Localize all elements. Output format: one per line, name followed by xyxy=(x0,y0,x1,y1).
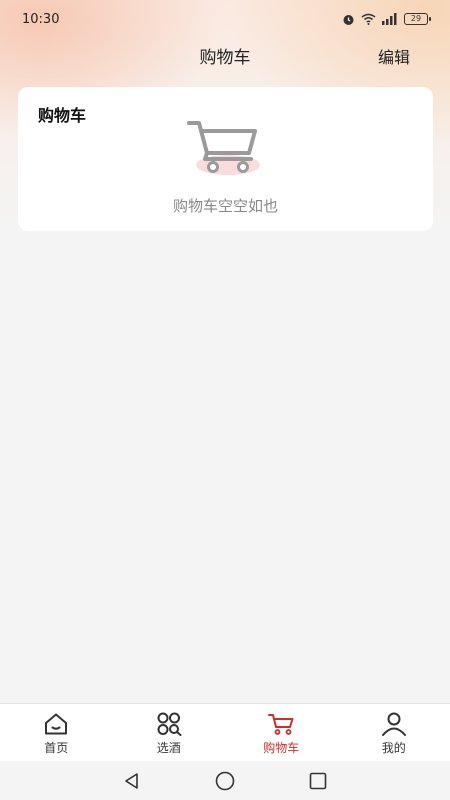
cart-icon xyxy=(268,714,294,735)
tab-home-label: 首页 xyxy=(44,741,69,755)
home-nav-icon[interactable] xyxy=(214,770,236,792)
tab-mine-label: 我的 xyxy=(381,741,406,755)
alarm-icon xyxy=(343,14,354,25)
signal-icon xyxy=(382,13,397,25)
tab-cart-label: 购物车 xyxy=(263,741,300,755)
cart-card: 购物车 购物车空空如也 xyxy=(18,87,433,231)
tab-wine-select-label: 选酒 xyxy=(156,741,181,755)
status-icons: 29 xyxy=(342,13,431,26)
page-header: 购物车 编辑 xyxy=(0,38,450,72)
tab-cart[interactable]: 购物车 xyxy=(225,704,338,761)
empty-cart-message: 购物车空空如也 xyxy=(172,197,278,215)
edit-button[interactable]: 编辑 xyxy=(378,44,410,68)
person-icon xyxy=(381,712,406,736)
grid-search-icon xyxy=(157,712,182,736)
bottom-tab-bar: 首页 选酒 购物车 我的 xyxy=(0,703,450,761)
tab-home[interactable]: 首页 xyxy=(0,704,113,761)
status-bar: 10:30 29 xyxy=(0,0,450,38)
wifi-icon xyxy=(361,13,376,25)
status-time: 10:30 xyxy=(22,11,60,27)
cart-card-title: 购物车 xyxy=(38,106,87,125)
recents-icon[interactable] xyxy=(308,771,328,791)
back-icon[interactable] xyxy=(122,771,142,791)
home-icon xyxy=(45,713,68,735)
system-navigation-bar xyxy=(0,761,450,800)
page-title: 购物车 xyxy=(199,47,251,68)
battery-indicator: 29 xyxy=(404,13,431,25)
empty-cart-icon xyxy=(187,121,260,175)
tab-mine[interactable]: 我的 xyxy=(338,704,450,761)
tab-wine-select[interactable]: 选酒 xyxy=(113,704,226,761)
